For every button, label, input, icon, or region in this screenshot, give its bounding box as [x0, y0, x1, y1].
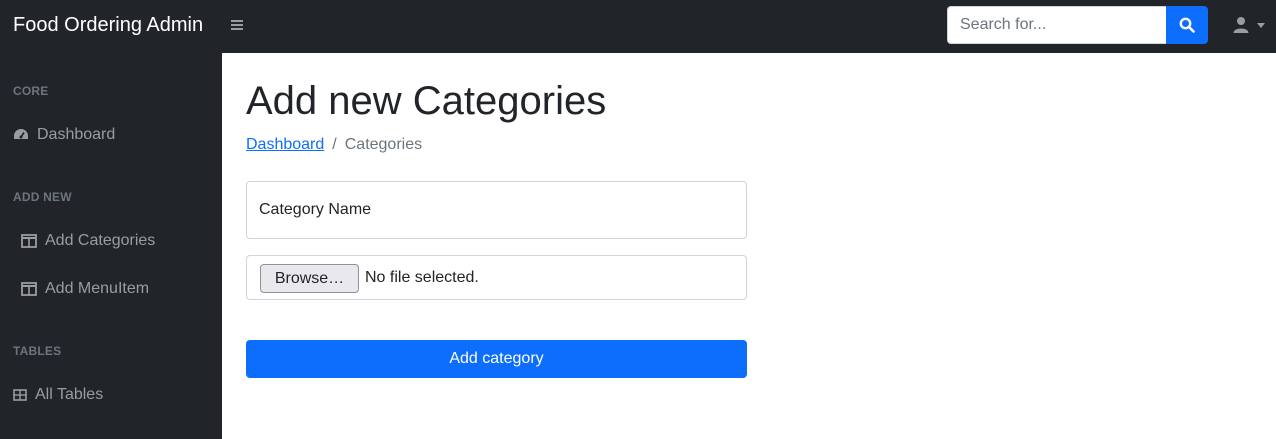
- search-button[interactable]: [1166, 6, 1208, 44]
- sidebar-item-label: Add MenuItem: [45, 280, 150, 297]
- add-category-button[interactable]: Add category: [246, 340, 747, 378]
- table-icon: [13, 389, 27, 401]
- sidebar-item-add-menuitem[interactable]: Add MenuItem: [21, 279, 149, 299]
- sidebar: CORE Dashboard ADD NEW Add Categories Ad…: [0, 53, 222, 439]
- file-input[interactable]: Browse… No file selected.: [246, 255, 747, 300]
- category-name-input[interactable]: [246, 181, 747, 239]
- breadcrumb-current: Categories: [344, 136, 423, 153]
- sidebar-item-label: Add Categories: [45, 232, 156, 249]
- search-icon: [1179, 17, 1195, 33]
- columns-icon: [21, 234, 37, 248]
- top-navbar: Food Ordering Admin: [0, 0, 1276, 53]
- user-dropdown[interactable]: [1232, 16, 1266, 36]
- sidebar-heading-add-new: ADD NEW: [13, 190, 72, 204]
- columns-icon: [21, 282, 37, 296]
- breadcrumb-separator: /: [332, 136, 337, 153]
- sidebar-item-label: Dashboard: [37, 126, 116, 143]
- sidebar-heading-tables: TABLES: [13, 344, 62, 358]
- browse-button[interactable]: Browse…: [260, 264, 359, 293]
- breadcrumb: Dashboard / Categories: [246, 136, 422, 154]
- chevron-down-icon: [1257, 23, 1265, 28]
- file-status: No file selected.: [365, 269, 479, 286]
- brand-title[interactable]: Food Ordering Admin: [13, 13, 203, 37]
- page-title: Add new Categories: [246, 79, 607, 123]
- sidebar-item-all-tables[interactable]: All Tables: [13, 385, 103, 405]
- sidebar-heading-core: CORE: [13, 84, 49, 98]
- sidebar-item-add-categories[interactable]: Add Categories: [21, 231, 155, 251]
- search-input[interactable]: [947, 6, 1167, 44]
- bars-icon[interactable]: [229, 17, 245, 33]
- sidebar-item-dashboard[interactable]: Dashboard: [13, 125, 115, 145]
- user-icon: [1233, 17, 1249, 33]
- sidebar-item-label: All Tables: [35, 386, 104, 403]
- breadcrumb-link-dashboard[interactable]: Dashboard: [246, 136, 324, 153]
- tachometer-icon: [14, 129, 28, 139]
